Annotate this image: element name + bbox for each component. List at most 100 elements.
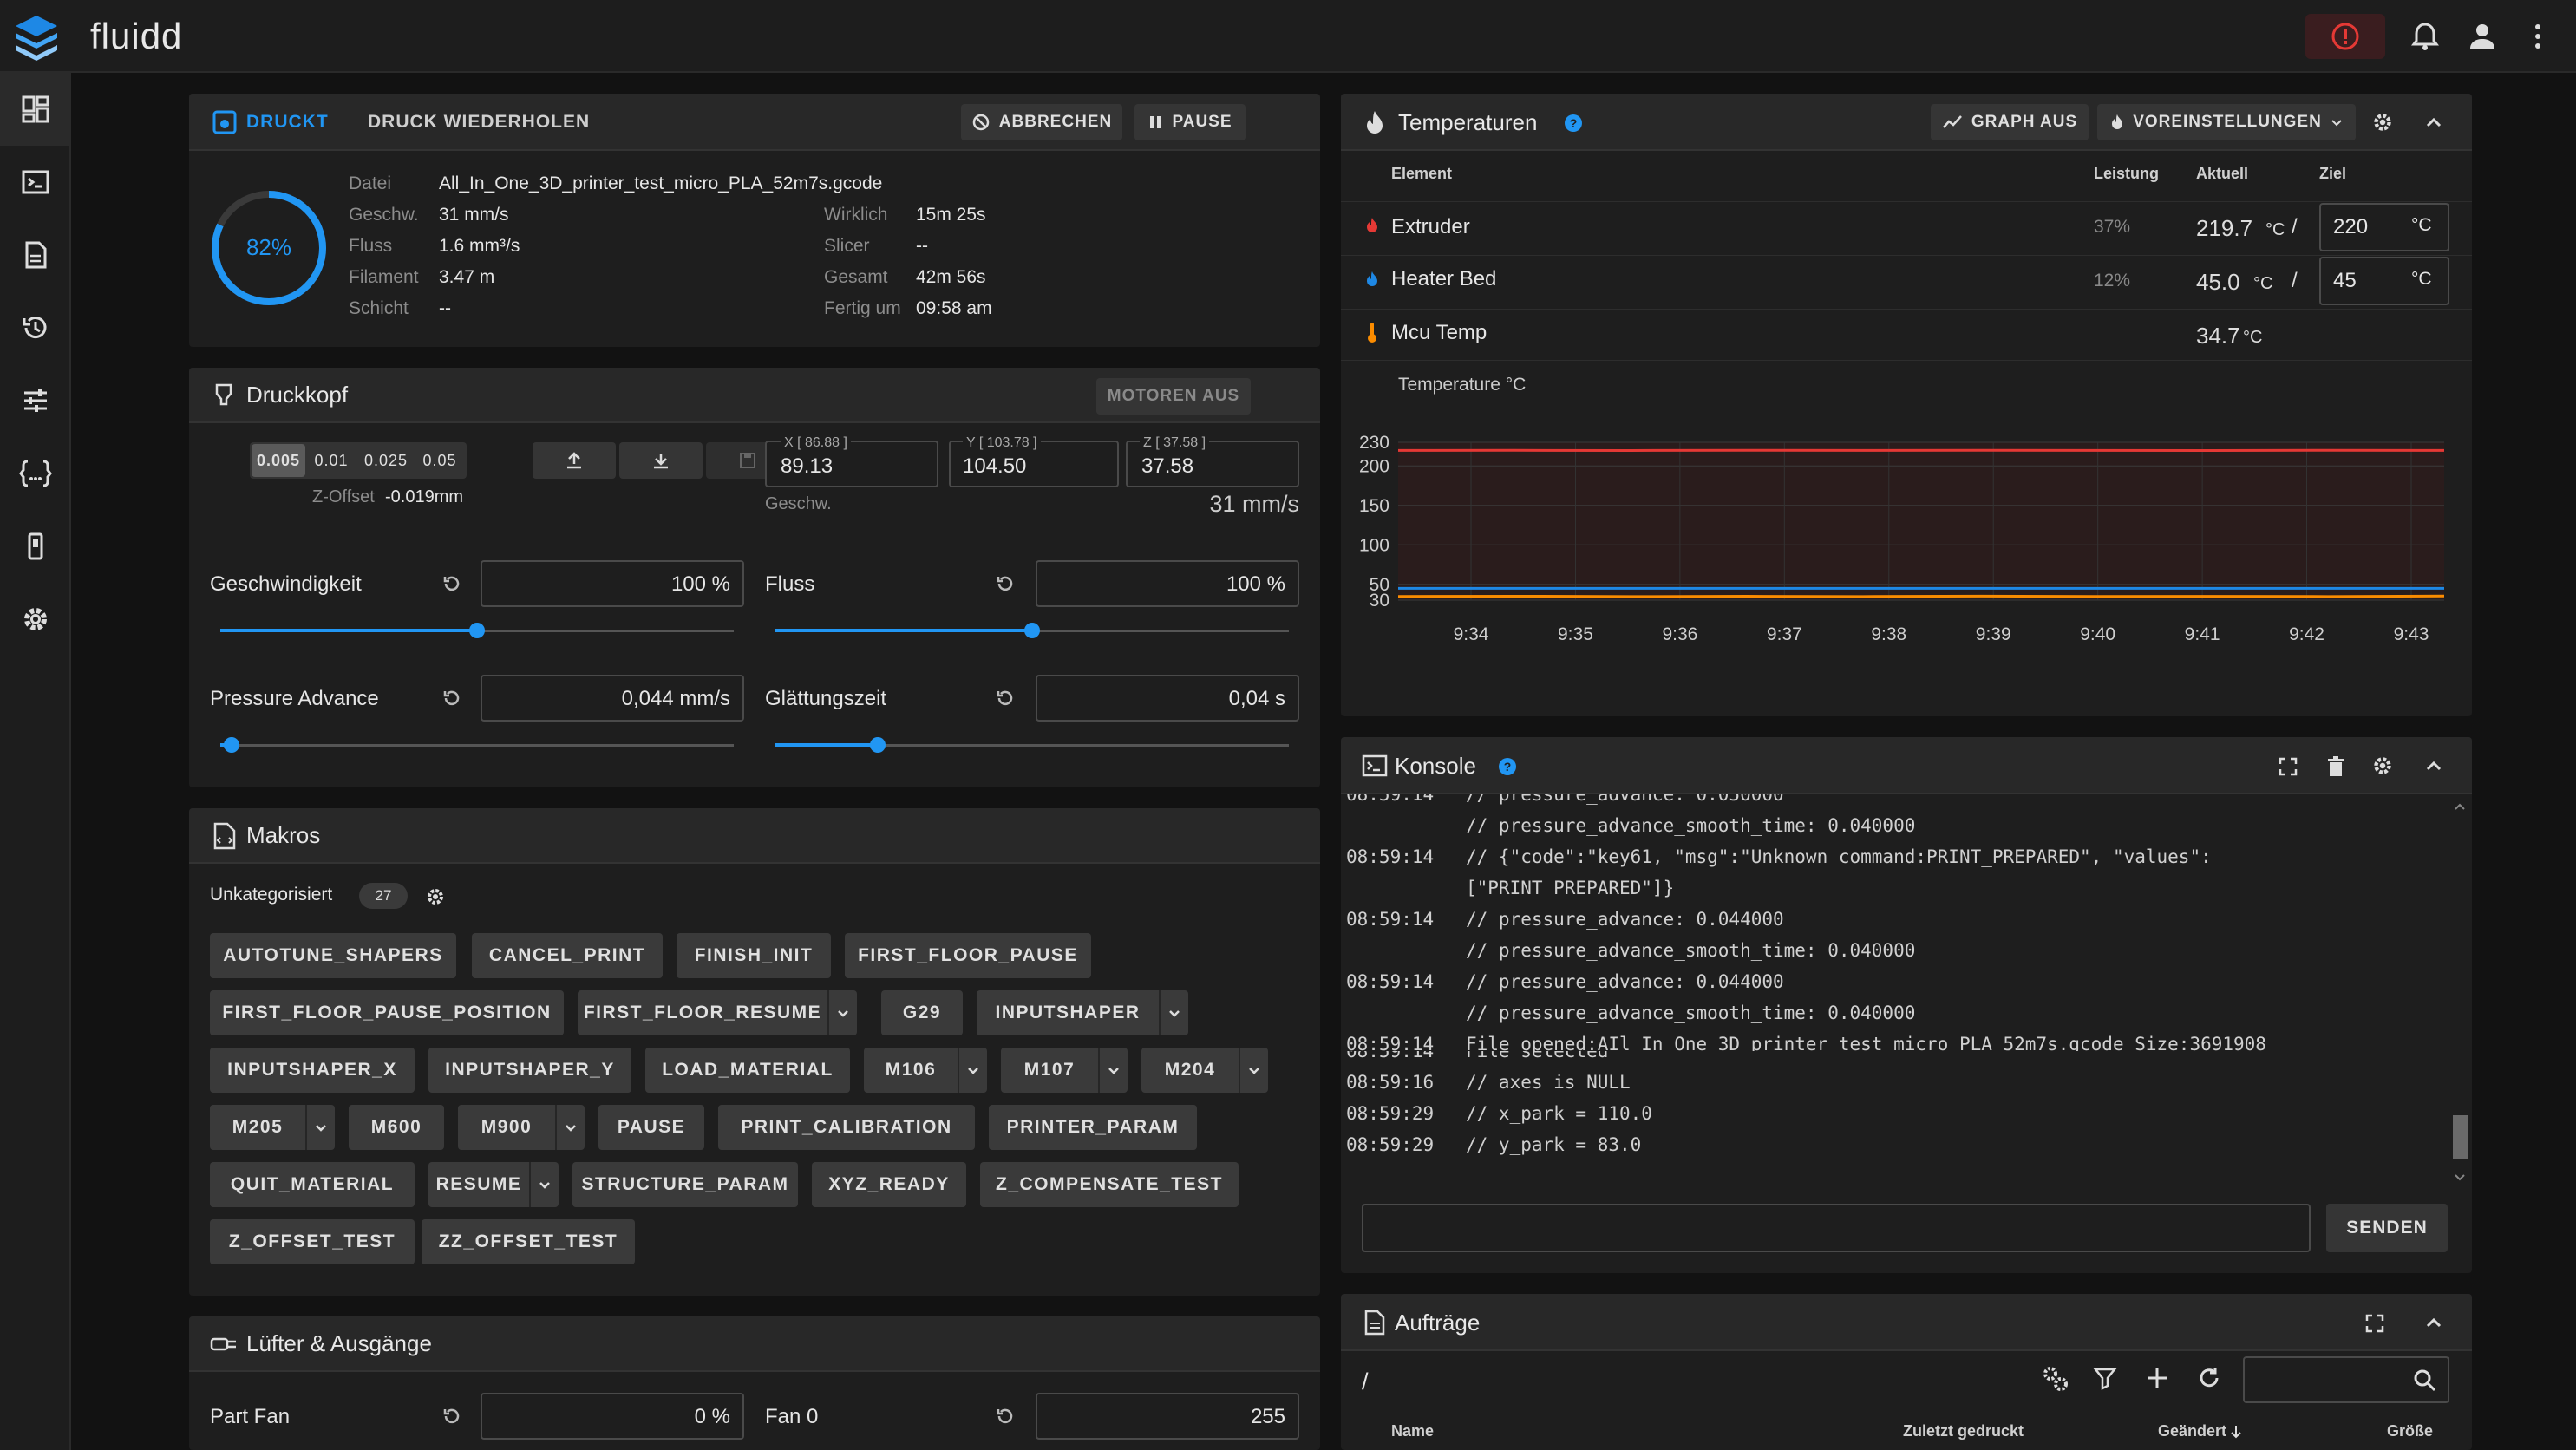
nav-files[interactable] [0,219,71,291]
macro-button[interactable]: QUIT_MATERIAL [210,1162,415,1207]
jobs-path-breadcrumb[interactable]: / [1362,1368,1369,1395]
macro-button[interactable]: Z_OFFSET_TEST [210,1219,415,1264]
graph-toggle-button[interactable]: GRAPH AUS [1931,104,2089,140]
send-button[interactable]: SENDEN [2326,1204,2448,1252]
z-offset-down-button[interactable] [619,442,703,479]
macro-button[interactable]: INPUTSHAPER [977,990,1159,1035]
macro-button[interactable]: STRUCTURE_PARAM [572,1162,798,1207]
chevron-up-icon[interactable] [2423,756,2444,777]
jobs-header-name[interactable]: Name [1391,1422,1434,1440]
macro-button[interactable]: LOAD_MATERIAL [645,1048,850,1093]
nav-tune[interactable] [0,364,71,437]
pa-reset-button[interactable] [441,687,463,709]
macro-button[interactable]: AUTOTUNE_SHAPERS [210,933,456,978]
gear-icon[interactable] [2371,111,2394,134]
trash-icon[interactable] [2326,756,2345,777]
sensor-name[interactable]: Mcu Temp [1391,321,1487,345]
macro-dropdown[interactable] [529,1162,559,1207]
macro-button[interactable]: XYZ_READY [812,1162,966,1207]
nav-settings[interactable] [0,583,71,656]
console-command-input[interactable] [1362,1204,2311,1252]
pause-button[interactable]: PAUSE [1134,104,1246,140]
macro-button[interactable]: FIRST_FLOOR_PAUSE [845,933,1091,978]
fullscreen-icon[interactable] [2278,756,2298,777]
smooth-time-slider-thumb[interactable] [870,737,886,753]
macro-button[interactable]: M600 [349,1105,444,1150]
macro-dropdown[interactable] [827,990,857,1035]
flow-slider-thumb[interactable] [1024,623,1040,638]
z-step-button[interactable]: 0.01 [305,444,357,477]
macro-button[interactable]: M900 [458,1105,555,1150]
macro-button[interactable]: INPUTSHAPER_X [210,1048,415,1093]
jobs-header-last-printed[interactable]: Zuletzt gedruckt [1903,1422,2024,1440]
heater-name[interactable]: Extruder [1391,215,1470,239]
macro-button[interactable]: M107 [1001,1048,1098,1093]
jobs-header-modified[interactable]: Geändert [2158,1422,2226,1440]
z-offset-up-button[interactable] [533,442,616,479]
macro-button[interactable]: M205 [210,1105,305,1150]
smooth-reset-button[interactable] [994,687,1017,709]
z-step-button[interactable]: 0.05 [415,444,465,477]
help-icon[interactable]: ? [1563,113,1584,134]
macro-dropdown[interactable] [958,1048,987,1093]
cancel-button[interactable]: ABBRECHEN [961,104,1122,140]
bell-icon[interactable] [2408,19,2442,54]
tab-printing[interactable]: DRUCKT [246,112,329,133]
console-scrollbar-lower[interactable] [2451,1115,2468,1188]
macro-button[interactable]: ZZ_OFFSET_TEST [422,1219,635,1264]
macro-button[interactable]: CANCEL_PRINT [472,933,663,978]
macro-button[interactable]: M204 [1141,1048,1239,1093]
speed-factor-slider-thumb[interactable] [469,623,485,638]
reset-icon[interactable] [441,572,463,595]
user-icon[interactable] [2465,19,2500,54]
nav-config[interactable] [0,437,71,510]
presets-button[interactable]: VOREINSTELLUNGEN [2097,104,2356,140]
tab-reprint[interactable]: DRUCK WIEDERHOLEN [368,112,590,133]
motors-off-button[interactable]: MOTOREN AUS [1096,378,1251,415]
macro-button[interactable]: FINISH_INIT [677,933,831,978]
help-icon[interactable]: ? [1497,756,1518,777]
heater-name[interactable]: Heater Bed [1391,267,1496,291]
macro-dropdown[interactable] [1239,1048,1268,1093]
plus-icon[interactable] [2144,1365,2170,1391]
scrollbar-thumb[interactable] [2453,1115,2468,1159]
chevron-up-icon[interactable] [2423,1313,2444,1334]
jobs-header-size[interactable]: Größe [2387,1422,2433,1440]
console-log[interactable]: 08:59:14 // pressure_advance: 0.050000 /… [1341,794,2448,1051]
macro-button[interactable]: PRINTER_PARAM [989,1105,1197,1150]
console-scrollbar[interactable] [2451,798,2468,1049]
macro-button[interactable]: RESUME [428,1162,529,1207]
gear-icon[interactable] [425,886,446,907]
gear-icon[interactable] [2371,754,2394,777]
emergency-stop-button[interactable] [2305,14,2385,59]
z-step-button[interactable]: 0.025 [357,444,415,477]
macro-dropdown[interactable] [305,1105,335,1150]
fullscreen-icon[interactable] [2364,1313,2385,1334]
fluidd-logo-icon[interactable] [12,12,61,61]
filter-icon[interactable] [2092,1365,2118,1391]
nav-dashboard[interactable] [0,73,71,146]
gears-settings-icon[interactable] [2040,1363,2069,1393]
fan0-reset-button[interactable] [994,1405,1017,1427]
macro-dropdown[interactable] [1159,990,1188,1035]
refresh-icon[interactable] [2196,1365,2222,1391]
nav-history[interactable] [0,291,71,364]
macro-dropdown[interactable] [1098,1048,1128,1093]
macro-button[interactable]: INPUTSHAPER_Y [428,1048,631,1093]
macro-button[interactable]: PAUSE [598,1105,704,1150]
flow-reset-button[interactable] [994,572,1017,595]
macro-button[interactable]: PRINT_CALIBRATION [718,1105,975,1150]
macro-button[interactable]: G29 [881,990,963,1035]
macro-button[interactable]: Z_COMPENSATE_TEST [980,1162,1239,1207]
part-fan-reset-button[interactable] [441,1405,463,1427]
pressure-advance-slider-thumb[interactable] [224,737,240,753]
nav-console[interactable] [0,146,71,219]
macro-button[interactable]: FIRST_FLOOR_RESUME [578,990,827,1035]
macro-button[interactable]: M106 [864,1048,958,1093]
z-step-button[interactable]: 0.005 [252,444,305,477]
nav-system[interactable] [0,510,71,583]
more-vert-icon[interactable] [2520,19,2555,54]
macro-dropdown[interactable] [555,1105,585,1150]
chevron-up-icon[interactable] [2423,113,2444,134]
console-log-lower[interactable]: 08:59:14 File selected 08:59:16 // axes … [1341,1051,2448,1190]
